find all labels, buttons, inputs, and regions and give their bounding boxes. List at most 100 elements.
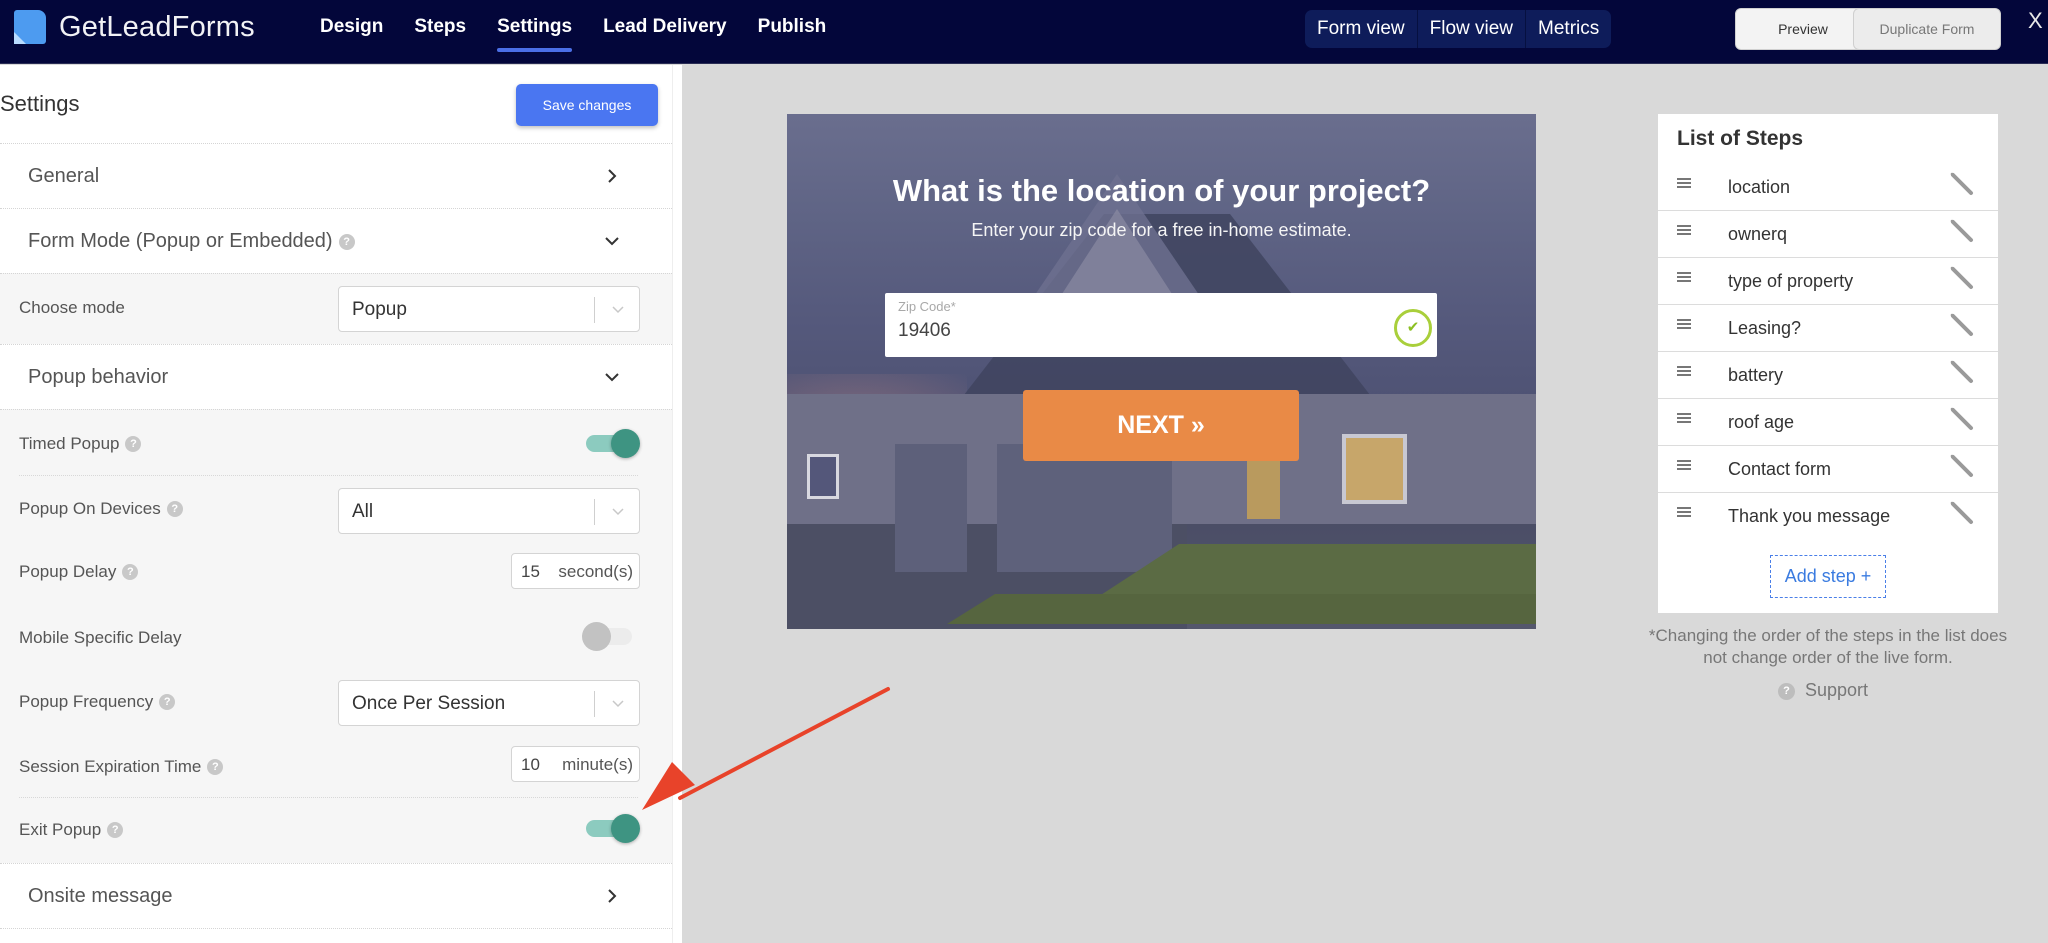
chevron-down-icon bbox=[602, 231, 622, 251]
timed-popup-label: Timed Popup bbox=[19, 434, 120, 453]
drag-handle-icon[interactable] bbox=[1677, 460, 1691, 472]
steps-panel: List of Steps location ownerq type of pr… bbox=[1658, 114, 1998, 613]
exit-popup-row: Exit Popup? bbox=[0, 798, 682, 863]
close-icon[interactable]: X bbox=[2028, 8, 2043, 34]
mobile-specific-delay-toggle[interactable] bbox=[582, 622, 640, 651]
session-expiration-input[interactable]: 10 minute(s) bbox=[511, 746, 640, 782]
step-item[interactable]: roof age bbox=[1658, 399, 1998, 446]
pencil-edit-icon[interactable] bbox=[1949, 500, 1975, 526]
input-unit: minute(s) bbox=[562, 755, 633, 774]
chevron-down-icon bbox=[602, 367, 622, 387]
nav-steps[interactable]: Steps bbox=[414, 0, 466, 64]
accordion-onsite-message[interactable]: Onsite message bbox=[0, 863, 682, 928]
preview-button[interactable]: Preview bbox=[1735, 8, 1871, 50]
select-value: All bbox=[352, 501, 374, 522]
check-circle-icon: ✔ bbox=[1394, 309, 1432, 347]
nav-settings[interactable]: Settings bbox=[497, 0, 572, 64]
timed-popup-toggle[interactable] bbox=[586, 429, 640, 458]
help-icon[interactable]: ? bbox=[338, 234, 355, 250]
settings-panel: Settings Save changes General Form Mode … bbox=[0, 65, 682, 943]
drag-handle-icon[interactable] bbox=[1677, 413, 1691, 425]
settings-header: Settings Save changes bbox=[0, 65, 682, 143]
chevron-right-icon bbox=[602, 166, 622, 186]
step-name: ownerq bbox=[1728, 224, 1788, 244]
pencil-edit-icon[interactable] bbox=[1949, 453, 1975, 479]
popup-frequency-select[interactable]: Once Per Session bbox=[338, 680, 640, 726]
step-item[interactable]: location bbox=[1658, 164, 1998, 211]
pencil-edit-icon[interactable] bbox=[1949, 265, 1975, 291]
step-item[interactable]: Thank you message bbox=[1658, 493, 1998, 540]
help-icon[interactable]: ? bbox=[207, 759, 224, 775]
pencil-edit-icon[interactable] bbox=[1949, 359, 1975, 385]
accordion-label: Form Mode (Popup or Embedded)? bbox=[28, 230, 355, 253]
step-item[interactable]: type of property bbox=[1658, 258, 1998, 305]
main-nav: Design Steps Settings Lead Delivery Publ… bbox=[320, 0, 826, 64]
step-name: Contact form bbox=[1728, 459, 1832, 479]
input-value: 15 bbox=[521, 562, 540, 581]
tab-form-view[interactable]: Form view bbox=[1305, 10, 1418, 48]
choose-mode-label: Choose mode bbox=[19, 298, 125, 317]
nav-publish[interactable]: Publish bbox=[758, 0, 827, 64]
tab-metrics[interactable]: Metrics bbox=[1526, 10, 1611, 48]
zip-code-input[interactable]: Zip Code* 19406 ✔ bbox=[885, 293, 1437, 357]
accordion-general[interactable]: General bbox=[0, 143, 682, 208]
drag-handle-icon[interactable] bbox=[1677, 319, 1691, 331]
choose-mode-select[interactable]: Popup bbox=[338, 286, 640, 332]
save-changes-button[interactable]: Save changes bbox=[516, 84, 658, 126]
select-value: Popup bbox=[352, 299, 407, 320]
accordion-label: General bbox=[28, 165, 100, 187]
nav-design[interactable]: Design bbox=[320, 0, 383, 64]
step-list: location ownerq type of property Leasing… bbox=[1658, 164, 1998, 540]
duplicate-form-button[interactable]: Duplicate Form bbox=[1853, 8, 2001, 50]
drag-handle-icon[interactable] bbox=[1677, 366, 1691, 378]
accordion-popup-behavior[interactable]: Popup behavior bbox=[0, 344, 682, 409]
step-item[interactable]: ownerq bbox=[1658, 211, 1998, 258]
mobile-specific-delay-row: Mobile Specific Delay bbox=[0, 606, 682, 670]
help-icon[interactable]: ? bbox=[159, 694, 176, 710]
accordion-form-mode[interactable]: Form Mode (Popup or Embedded)? bbox=[0, 208, 682, 273]
popup-delay-label: Popup Delay bbox=[19, 562, 117, 581]
popup-delay-input[interactable]: 15 second(s) bbox=[511, 553, 640, 589]
step-name: type of property bbox=[1728, 271, 1854, 291]
settings-scrollbar[interactable] bbox=[672, 65, 682, 943]
step-item[interactable]: battery bbox=[1658, 352, 1998, 399]
drag-handle-icon[interactable] bbox=[1677, 272, 1691, 284]
getleadforms-logo-icon bbox=[12, 10, 48, 46]
help-icon[interactable]: ? bbox=[122, 564, 139, 580]
help-icon[interactable]: ? bbox=[107, 822, 124, 838]
tab-flow-view[interactable]: Flow view bbox=[1418, 10, 1527, 48]
nav-lead-delivery[interactable]: Lead Delivery bbox=[603, 0, 727, 64]
chevron-down-icon bbox=[612, 700, 624, 708]
support-link[interactable]: ? Support bbox=[1778, 680, 1868, 701]
popup-frequency-label: Popup Frequency bbox=[19, 692, 154, 711]
next-button[interactable]: NEXT » bbox=[1023, 390, 1299, 461]
timed-popup-row: Timed Popup? bbox=[0, 410, 682, 476]
step-name: Thank you message bbox=[1728, 506, 1891, 526]
chevron-down-icon bbox=[612, 508, 624, 516]
form-question-subtitle: Enter your zip code for a free in-home e… bbox=[971, 220, 1352, 240]
input-unit: second(s) bbox=[558, 562, 633, 581]
pencil-edit-icon[interactable] bbox=[1949, 218, 1975, 244]
brand-name: GetLeadForms bbox=[59, 11, 255, 43]
drag-handle-icon[interactable] bbox=[1677, 225, 1691, 237]
input-value: 10 bbox=[521, 755, 540, 774]
drag-handle-icon[interactable] bbox=[1677, 507, 1691, 519]
popup-delay-row: Popup Delay? 15 second(s) bbox=[0, 542, 682, 606]
step-item[interactable]: Leasing? bbox=[1658, 305, 1998, 352]
support-label: Support bbox=[1805, 680, 1869, 700]
pencil-edit-icon[interactable] bbox=[1949, 406, 1975, 432]
pencil-edit-icon[interactable] bbox=[1949, 312, 1975, 338]
help-icon[interactable]: ? bbox=[125, 436, 142, 452]
popup-on-devices-select[interactable]: All bbox=[338, 488, 640, 534]
exit-popup-label: Exit Popup bbox=[19, 820, 102, 839]
exit-popup-toggle[interactable] bbox=[586, 814, 640, 843]
top-navigation-bar: GetLeadForms Design Steps Settings Lead … bbox=[0, 0, 2048, 64]
step-item[interactable]: Contact form bbox=[1658, 446, 1998, 493]
help-icon[interactable]: ? bbox=[166, 501, 183, 517]
accordion-label: Popup behavior bbox=[28, 366, 169, 388]
popup-on-devices-label: Popup On Devices bbox=[19, 499, 161, 518]
pencil-edit-icon[interactable] bbox=[1949, 171, 1975, 197]
drag-handle-icon[interactable] bbox=[1677, 178, 1691, 190]
zip-code-value: 19406 bbox=[898, 320, 951, 341]
add-step-button[interactable]: Add step + bbox=[1770, 555, 1886, 598]
